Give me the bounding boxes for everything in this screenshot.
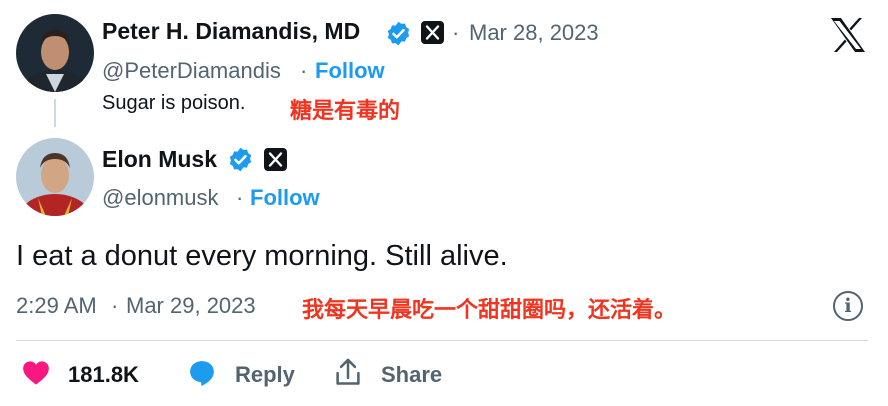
verified-badge-icon [227,146,254,178]
date-separator: · [452,20,460,45]
avatar-peter[interactable] [16,14,94,92]
handle-separator: · [236,185,244,210]
translation-annotation: 我每天早晨吃一个甜甜圈吗，还活着。 [302,298,677,323]
tweet-time[interactable]: 2:29 AM [16,293,97,319]
tweet-date[interactable]: Mar 29, 2023 [126,293,256,319]
tweet-date[interactable]: Mar 28, 2023 [469,20,599,46]
handle-separator: · [300,58,308,83]
like-count[interactable]: 181.8K [68,362,139,388]
divider [16,340,868,341]
follow-button[interactable]: Follow [250,185,320,211]
reply-bubble-icon[interactable] [187,358,217,388]
author-name[interactable]: Peter H. Diamandis, MD [102,18,360,45]
avatar-elon[interactable] [16,138,94,216]
follow-button[interactable]: Follow [315,58,385,84]
author-name[interactable]: Elon Musk [102,146,217,173]
handle[interactable]: @PeterDiamandis [102,58,281,84]
x-affiliate-badge-icon [264,148,287,171]
x-affiliate-badge-icon [421,21,444,44]
thread-line [54,99,56,127]
share-icon[interactable] [334,357,362,387]
handle[interactable]: @elonmusk [102,185,219,211]
reply-button[interactable]: Reply [235,362,295,388]
translation-annotation: 糖是有毒的 [290,99,401,124]
quoted-tweet-text: Sugar is poison. [102,92,246,114]
heart-icon[interactable] [22,360,50,386]
info-icon[interactable]: i [833,291,863,321]
timestamp-separator: · [111,293,119,318]
tweet-text: I eat a donut every morning. Still alive… [16,240,508,272]
share-button[interactable]: Share [381,362,442,388]
x-logo-icon[interactable] [828,16,868,59]
verified-badge-icon [385,20,412,52]
